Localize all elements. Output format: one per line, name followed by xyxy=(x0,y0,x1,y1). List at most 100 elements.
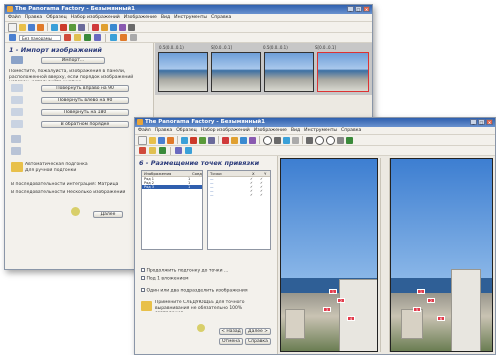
radio-sequence-1[interactable]: В последовательности интеграция: Матрица xyxy=(11,182,118,188)
zoom-out-icon[interactable] xyxy=(326,135,335,145)
menu-item[interactable]: Вид xyxy=(291,127,300,134)
menu-item[interactable]: Инструменты xyxy=(304,127,337,134)
control-point[interactable]: 5 xyxy=(413,307,421,312)
thumbnail-image[interactable] xyxy=(264,52,314,92)
open-icon[interactable] xyxy=(19,23,26,31)
points-list[interactable]: Точки X Y — ✓ ✓ — ✓ ✓ — ✓ ✓ — ✓ ✓ — ✓ ✓ xyxy=(207,170,271,250)
tool-icon[interactable] xyxy=(64,34,71,41)
new-icon[interactable] xyxy=(8,22,17,32)
tool-icon[interactable] xyxy=(159,147,166,154)
thumbnail-image[interactable] xyxy=(211,52,261,92)
save-icon[interactable] xyxy=(28,23,35,31)
close-icon[interactable]: × xyxy=(486,119,493,125)
import-icon[interactable] xyxy=(167,136,174,144)
image-pane-right[interactable]: 1 2 5 6 xyxy=(390,158,493,352)
back-next-button[interactable]: Далее xyxy=(93,211,123,218)
menu-item[interactable]: Изображение xyxy=(254,127,287,134)
tool-icon[interactable] xyxy=(231,136,238,144)
zoom-icon[interactable] xyxy=(263,135,272,145)
menu-item[interactable]: Инструменты xyxy=(174,14,207,21)
pointer-icon[interactable] xyxy=(274,136,281,144)
zoom-in-icon[interactable] xyxy=(315,135,324,145)
front-title-bar[interactable]: The Panorama Factory - Безымянный1 _ □ × xyxy=(135,118,495,127)
menu-item[interactable]: Справка xyxy=(341,127,361,134)
control-point[interactable]: 1 xyxy=(417,289,425,294)
close-icon[interactable]: × xyxy=(363,6,370,12)
tool-icon[interactable] xyxy=(120,34,127,41)
control-point[interactable]: 2 xyxy=(337,298,345,303)
tool-icon[interactable] xyxy=(346,136,353,144)
option-checkbox[interactable]: Продолжить подгонку до точки ... xyxy=(141,268,228,274)
menu-item[interactable]: Изображение xyxy=(124,14,157,21)
pane-divider[interactable] xyxy=(380,158,390,352)
control-point[interactable]: 2 xyxy=(427,298,435,303)
maximize-icon[interactable]: □ xyxy=(355,6,362,12)
tool-icon[interactable] xyxy=(222,136,229,144)
tool-icon[interactable] xyxy=(175,147,182,154)
tool-icon[interactable] xyxy=(110,34,117,41)
image-pane-left[interactable]: 1 2 3 4 xyxy=(280,158,378,352)
tool-icon[interactable] xyxy=(283,136,290,144)
menu-item[interactable]: Справка xyxy=(211,14,231,21)
tool-icon[interactable] xyxy=(94,34,101,41)
rotate-180-button[interactable]: Повернуть на 180 xyxy=(41,109,129,116)
tool-icon[interactable] xyxy=(249,136,256,144)
tool-icon[interactable] xyxy=(208,136,215,144)
tool-icon[interactable] xyxy=(84,34,91,41)
option-checkbox[interactable]: Один или два подразделить изображения xyxy=(141,288,248,294)
delete-icon[interactable] xyxy=(190,136,197,144)
tool-icon[interactable] xyxy=(139,147,146,154)
tool-icon[interactable] xyxy=(69,23,76,31)
images-list[interactable]: Изображения Соед Ряд 11 Ряд 21 Ряд 31 xyxy=(141,170,203,250)
menu-item[interactable]: Вид xyxy=(161,14,170,21)
back-step-button[interactable]: < Назад xyxy=(219,328,243,335)
tool-icon[interactable] xyxy=(92,23,99,31)
save-icon[interactable] xyxy=(158,136,165,144)
tool-icon[interactable] xyxy=(119,23,126,31)
list-item-selected[interactable]: Ряд 31 xyxy=(142,185,202,189)
tool-icon[interactable] xyxy=(240,136,247,144)
view-icon[interactable] xyxy=(9,34,16,41)
menu-item[interactable]: Файл xyxy=(138,127,151,134)
rotate-right-button[interactable]: Повернуть вправо на 90 xyxy=(41,85,129,92)
cancel-button[interactable]: Отмена xyxy=(219,338,243,345)
tool-icon[interactable] xyxy=(337,136,344,144)
control-point[interactable]: 6 xyxy=(437,316,445,321)
rotate-icon[interactable] xyxy=(51,23,58,31)
option-checkbox[interactable]: Под 1 вложением xyxy=(141,276,189,282)
tool-icon[interactable] xyxy=(149,147,156,154)
menu-item[interactable]: Набор изображений xyxy=(201,127,250,134)
radio-sequence-2[interactable]: В последовательности Несколько изображен… xyxy=(11,190,125,196)
rotate-icon[interactable] xyxy=(181,136,188,144)
menu-item[interactable]: Образец xyxy=(176,127,197,134)
thumbnail-image[interactable] xyxy=(158,52,208,92)
mode-combo[interactable]: Без панорамы xyxy=(19,34,61,41)
help-button[interactable]: Справка xyxy=(245,338,271,345)
tool-icon[interactable] xyxy=(185,147,192,154)
new-icon[interactable] xyxy=(138,135,147,145)
open-icon[interactable] xyxy=(149,136,156,144)
rotate-left-button[interactable]: Повернуть влево на 90 xyxy=(41,97,129,104)
thumbnail-image[interactable] xyxy=(317,52,369,92)
tool-icon[interactable] xyxy=(78,23,85,31)
delete-icon[interactable] xyxy=(60,23,67,31)
minimize-icon[interactable]: _ xyxy=(347,6,354,12)
next-step-button[interactable]: Далее > xyxy=(245,328,271,335)
tool-icon[interactable] xyxy=(101,23,108,31)
menu-item[interactable]: Правка xyxy=(155,127,172,134)
pointer-icon[interactable] xyxy=(306,136,313,144)
tool-icon[interactable] xyxy=(292,136,299,144)
control-point[interactable]: 4 xyxy=(347,316,355,321)
tool-icon[interactable] xyxy=(199,136,206,144)
back-title-bar[interactable]: The Panorama Factory - Безымянный1 _ □ × xyxy=(5,5,372,14)
minimize-icon[interactable]: _ xyxy=(470,119,477,125)
menu-item[interactable]: Файл xyxy=(8,14,21,21)
table-row[interactable]: — ✓ ✓ xyxy=(208,193,270,197)
tool-icon[interactable] xyxy=(74,34,81,41)
maximize-icon[interactable]: □ xyxy=(478,119,485,125)
menu-item[interactable]: Набор изображений xyxy=(71,14,120,21)
control-point[interactable]: 1 xyxy=(329,289,337,294)
import-button[interactable]: Импорт... xyxy=(41,57,105,64)
import-icon[interactable] xyxy=(37,23,44,31)
control-point[interactable]: 3 xyxy=(323,307,331,312)
